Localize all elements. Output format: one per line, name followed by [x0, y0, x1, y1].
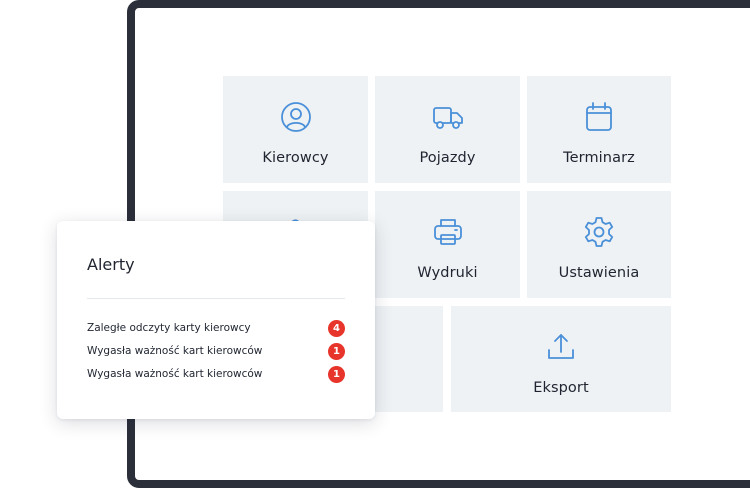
tile-pojazdy[interactable]: Pojazdy	[375, 76, 520, 183]
tile-terminarz[interactable]: Terminarz	[527, 76, 671, 183]
tile-label: Eksport	[533, 380, 589, 396]
tile-ustawienia[interactable]: Ustawienia	[527, 191, 671, 298]
truck-icon	[431, 100, 465, 134]
alerts-card: Alerty Zaległe odczyty karty kierowcy 4 …	[57, 221, 375, 419]
alert-text: Wygasła ważność kart kierowców	[87, 345, 263, 357]
tile-kierowcy[interactable]: Kierowcy	[223, 76, 368, 183]
tile-label: Terminarz	[563, 150, 635, 166]
alert-count-badge: 4	[328, 319, 345, 337]
calendar-icon	[582, 100, 616, 134]
alert-count-badge: 1	[328, 365, 345, 383]
tile-label: Kierowcy	[262, 150, 329, 166]
divider	[87, 298, 345, 299]
alert-item[interactable]: Wygasła ważność kart kierowców 1	[87, 364, 345, 384]
alert-count-badge: 1	[328, 342, 345, 360]
alert-item[interactable]: Zaległe odczyty karty kierowcy 4	[87, 318, 345, 338]
tile-label: Wydruki	[417, 265, 478, 281]
tile-label: Pojazdy	[419, 150, 476, 166]
tile-eksport[interactable]: Eksport	[451, 306, 671, 412]
alerts-title: Alerty	[87, 255, 135, 274]
printer-icon	[431, 215, 465, 249]
tile-label: Ustawienia	[558, 265, 640, 281]
gear-icon	[582, 215, 616, 249]
user-circle-icon	[279, 100, 313, 134]
alert-text: Zaległe odczyty karty kierowcy	[87, 322, 251, 334]
alert-text: Wygasła ważność kart kierowców	[87, 368, 263, 380]
upload-icon	[544, 330, 578, 364]
alert-item[interactable]: Wygasła ważność kart kierowców 1	[87, 341, 345, 361]
tile-wydruki[interactable]: Wydruki	[375, 191, 520, 298]
